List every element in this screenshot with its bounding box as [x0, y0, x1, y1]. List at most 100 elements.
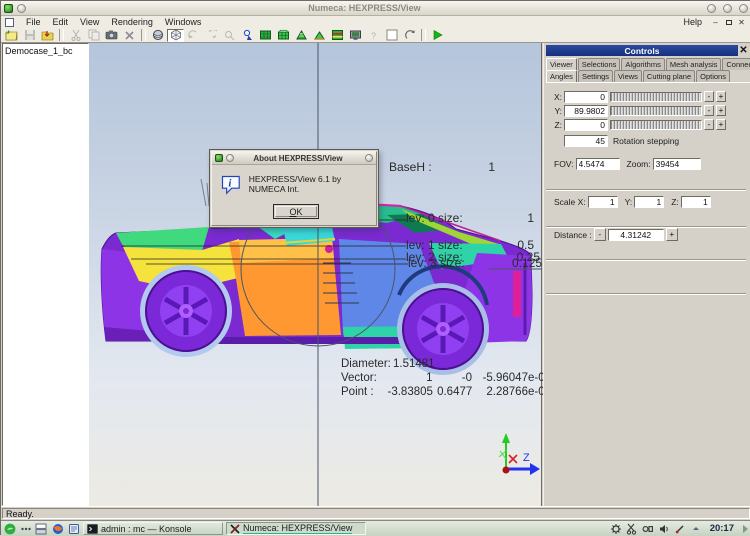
distance-plus-button[interactable]: +: [666, 228, 678, 241]
reset-view-icon[interactable]: [401, 29, 418, 42]
menu-help[interactable]: Help: [677, 17, 708, 27]
fov-input[interactable]: [576, 158, 620, 170]
controls-panel: Controls ✕ Viewer Selections Algorithms …: [543, 43, 750, 506]
browser-icon[interactable]: [51, 522, 64, 535]
mesh-surface-icon[interactable]: [257, 29, 274, 42]
y-angle-minus-button[interactable]: -: [704, 105, 714, 116]
y-angle-plus-button[interactable]: +: [716, 105, 726, 116]
menu-file[interactable]: File: [20, 17, 47, 27]
tab-views[interactable]: Views: [614, 70, 642, 82]
scale-y-input[interactable]: [634, 196, 664, 208]
tab-viewer[interactable]: Viewer: [546, 58, 577, 70]
viewport-3d[interactable]: Z BaseH : 1 lev: 0 size: 1 lev: 1 size: …: [89, 43, 542, 506]
dialog-close-button[interactable]: [365, 154, 373, 162]
menu-rendering[interactable]: Rendering: [105, 17, 159, 27]
tab-cutting-plane[interactable]: Cutting plane: [643, 70, 695, 82]
kmenu-icon[interactable]: [3, 522, 16, 535]
mesh-boundary-icon[interactable]: [311, 29, 328, 42]
menu-dots-icon[interactable]: [19, 522, 32, 535]
tray-expand-arrow-icon[interactable]: [690, 522, 703, 535]
desktop-pager-icon[interactable]: [35, 522, 48, 535]
angles-tab-content: X: - + Y: - + Z: - +: [546, 82, 750, 502]
tab-angles[interactable]: Angles: [546, 70, 577, 82]
panel-hide-handle[interactable]: [741, 522, 749, 536]
tray-klipper-icon[interactable]: [626, 522, 639, 535]
about-dialog-titlebar[interactable]: About HEXPRESS/View: [212, 152, 376, 165]
tab-algorithms[interactable]: Algorithms: [621, 58, 664, 70]
y-angle-input[interactable]: [564, 105, 608, 117]
tree-item-democase[interactable]: Democase_1_bc: [5, 46, 86, 56]
view-shaded-icon[interactable]: [149, 29, 166, 42]
task-konsole[interactable]: admin : mc — Konsole: [83, 522, 223, 535]
konsole-icon: [87, 524, 98, 534]
distance-minus-button[interactable]: -: [594, 228, 606, 241]
ok-button[interactable]: OK: [273, 204, 319, 219]
tab-mesh-analysis[interactable]: Mesh analysis: [666, 58, 722, 70]
scale-z-input[interactable]: [681, 196, 711, 208]
x-angle-input[interactable]: [564, 91, 608, 103]
window-titlebar[interactable]: Numeca: HEXPRESS/View: [1, 1, 750, 16]
tray-input-icon[interactable]: [674, 522, 687, 535]
tab-settings[interactable]: Settings: [578, 70, 613, 82]
play-generate-icon[interactable]: [429, 29, 446, 42]
dialog-app-icon: [215, 154, 223, 162]
menu-bar: File Edit View Rendering Windows Help – …: [1, 16, 750, 28]
open-project-icon[interactable]: [3, 29, 20, 42]
zoom-input[interactable]: [653, 158, 701, 170]
viewport-canvas[interactable]: Z: [89, 43, 542, 506]
tray-organizer-icon[interactable]: [642, 522, 655, 535]
controls-tabs-top: Viewer Selections Algorithms Mesh analys…: [546, 58, 750, 70]
delete-selection-icon[interactable]: [121, 29, 138, 42]
x-angle-slider[interactable]: [610, 92, 702, 102]
controls-panel-title[interactable]: Controls: [546, 45, 738, 56]
tray-volume-icon[interactable]: [658, 522, 671, 535]
mesh-internal-icon[interactable]: [293, 29, 310, 42]
close-button[interactable]: [739, 4, 748, 13]
menu-view[interactable]: View: [74, 17, 105, 27]
maximize-button[interactable]: [723, 4, 732, 13]
clock: 20:17: [706, 523, 738, 534]
controls-close-icon[interactable]: ✕: [738, 45, 749, 56]
scale-x-input[interactable]: [588, 196, 618, 208]
rotate-left-icon: [185, 29, 202, 42]
mesh-volume-icon[interactable]: [275, 29, 292, 42]
background-color-swatch[interactable]: [383, 29, 400, 42]
z-angle-minus-button[interactable]: -: [704, 119, 714, 130]
files-icon[interactable]: [67, 522, 80, 535]
import-case-icon[interactable]: [39, 29, 56, 42]
view-wireframe-icon[interactable]: [167, 29, 184, 42]
task-hexpress[interactable]: Numeca: HEXPRESS/View: [226, 522, 366, 535]
menu-edit[interactable]: Edit: [47, 17, 75, 27]
svg-text:?: ?: [371, 31, 376, 41]
mdi-minimize-icon[interactable]: –: [710, 17, 721, 27]
y-angle-slider[interactable]: [610, 106, 702, 116]
scale-x-label: Scale X:: [554, 197, 586, 207]
z-angle-plus-button[interactable]: +: [716, 119, 726, 130]
rotation-stepping-input[interactable]: [564, 135, 608, 147]
tab-options[interactable]: Options: [696, 70, 730, 82]
snapshot-camera-icon[interactable]: [103, 29, 120, 42]
probe-pin-icon[interactable]: [239, 29, 256, 42]
menu-windows[interactable]: Windows: [159, 17, 208, 27]
mdi-window-icon[interactable]: [5, 18, 14, 27]
svg-text:i: i: [228, 178, 231, 190]
hexpress-task-icon: [230, 524, 240, 534]
mdi-restore-icon[interactable]: [723, 17, 734, 27]
mdi-close-icon[interactable]: ✕: [736, 17, 747, 27]
screen-capture-icon[interactable]: [347, 29, 364, 42]
distance-input[interactable]: [608, 229, 664, 241]
x-angle-plus-button[interactable]: +: [716, 91, 726, 102]
z-angle-slider[interactable]: [610, 120, 702, 130]
tab-selections[interactable]: Selections: [578, 58, 621, 70]
tab-connections[interactable]: Connections: [722, 58, 750, 70]
minimize-button[interactable]: [707, 4, 716, 13]
z-angle-input[interactable]: [564, 119, 608, 131]
model-tree-panel[interactable]: Democase_1_bc: [2, 43, 89, 506]
info-icon: i: [220, 171, 242, 197]
dialog-menu-icon[interactable]: [226, 154, 234, 162]
window-menu-icon[interactable]: [17, 4, 26, 13]
copy-icon: [85, 29, 102, 42]
tray-gear-icon[interactable]: [610, 522, 623, 535]
x-angle-minus-button[interactable]: -: [704, 91, 714, 102]
mesh-levels-icon[interactable]: [329, 29, 346, 42]
